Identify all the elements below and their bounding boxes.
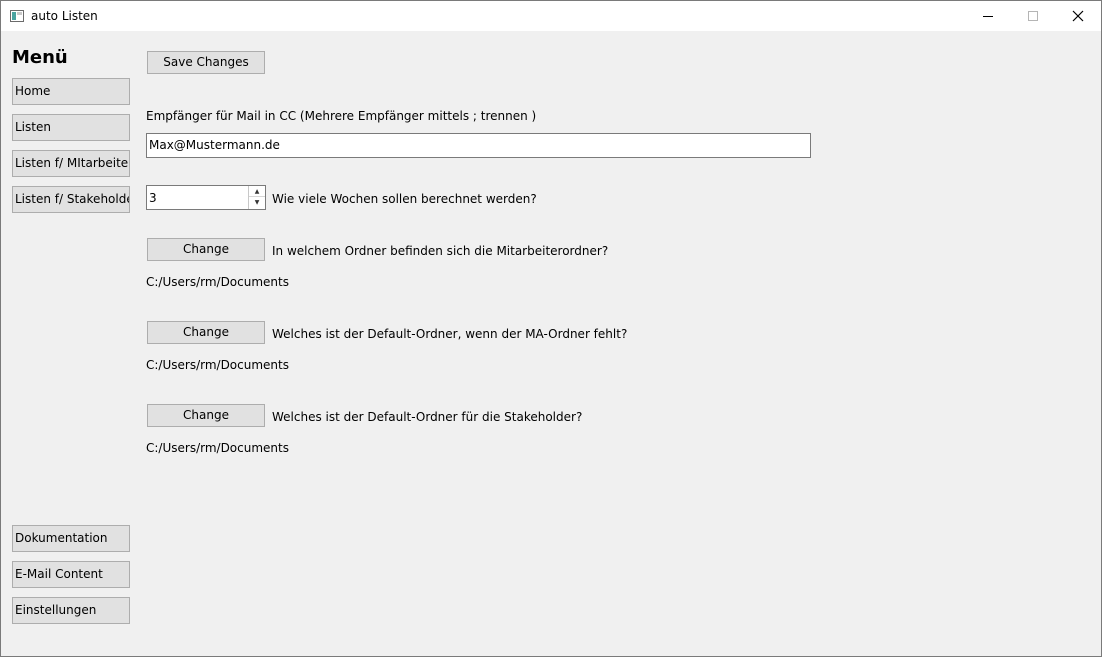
spinbox-arrows: ▲ ▼	[248, 186, 265, 209]
stakeholder-folder-question: Welches ist der Default-Ordner für die S…	[272, 410, 583, 424]
change-default-folder-button[interactable]: Change	[147, 321, 265, 344]
window-title: auto Listen	[31, 9, 98, 23]
sidebar-title: Menü	[12, 47, 68, 68]
nav-dokumentation-button[interactable]: Dokumentation	[12, 525, 130, 552]
title-bar: auto Listen	[1, 1, 1101, 31]
employee-folder-question: In welchem Ordner befinden sich die Mita…	[272, 244, 609, 258]
nav-listen-button[interactable]: Listen	[12, 114, 130, 141]
close-button[interactable]	[1055, 1, 1101, 31]
employee-folder-path: C:/Users/rm/Documents	[146, 275, 289, 289]
nav-listen-stakeholder-button[interactable]: Listen f/ Stakeholder	[12, 186, 130, 213]
cc-recipients-label: Empfänger für Mail in CC (Mehrere Empfän…	[146, 109, 537, 123]
weeks-label: Wie viele Wochen sollen berechnet werden…	[272, 192, 537, 206]
minimize-button[interactable]	[965, 1, 1011, 31]
spin-up-icon[interactable]: ▲	[249, 186, 265, 197]
change-stakeholder-folder-button[interactable]: Change	[147, 404, 265, 427]
nav-einstellungen-button[interactable]: Einstellungen	[12, 597, 130, 624]
weeks-value: 3	[149, 191, 157, 205]
minimize-icon	[983, 15, 993, 17]
weeks-spinbox[interactable]: 3 ▲ ▼	[146, 185, 266, 210]
stakeholder-folder-path: C:/Users/rm/Documents	[146, 441, 289, 455]
default-folder-question: Welches ist der Default-Ordner, wenn der…	[272, 327, 628, 341]
app-window: auto Listen Menü Home Listen Listen f/ M…	[0, 0, 1102, 657]
spin-down-icon[interactable]: ▼	[249, 197, 265, 208]
maximize-icon	[1028, 11, 1038, 21]
save-changes-button[interactable]: Save Changes	[147, 51, 265, 74]
nav-home-button[interactable]: Home	[12, 78, 130, 105]
maximize-button[interactable]	[1010, 1, 1056, 31]
change-employee-folder-button[interactable]: Change	[147, 238, 265, 261]
cc-recipients-input[interactable]: Max@Mustermann.de	[146, 133, 811, 158]
nav-listen-mitarbeiter-button[interactable]: Listen f/ MItarbeiter	[12, 150, 130, 177]
app-icon	[10, 10, 24, 22]
default-folder-path: C:/Users/rm/Documents	[146, 358, 289, 372]
close-icon	[1072, 10, 1084, 22]
nav-email-content-button[interactable]: E-Mail Content	[12, 561, 130, 588]
